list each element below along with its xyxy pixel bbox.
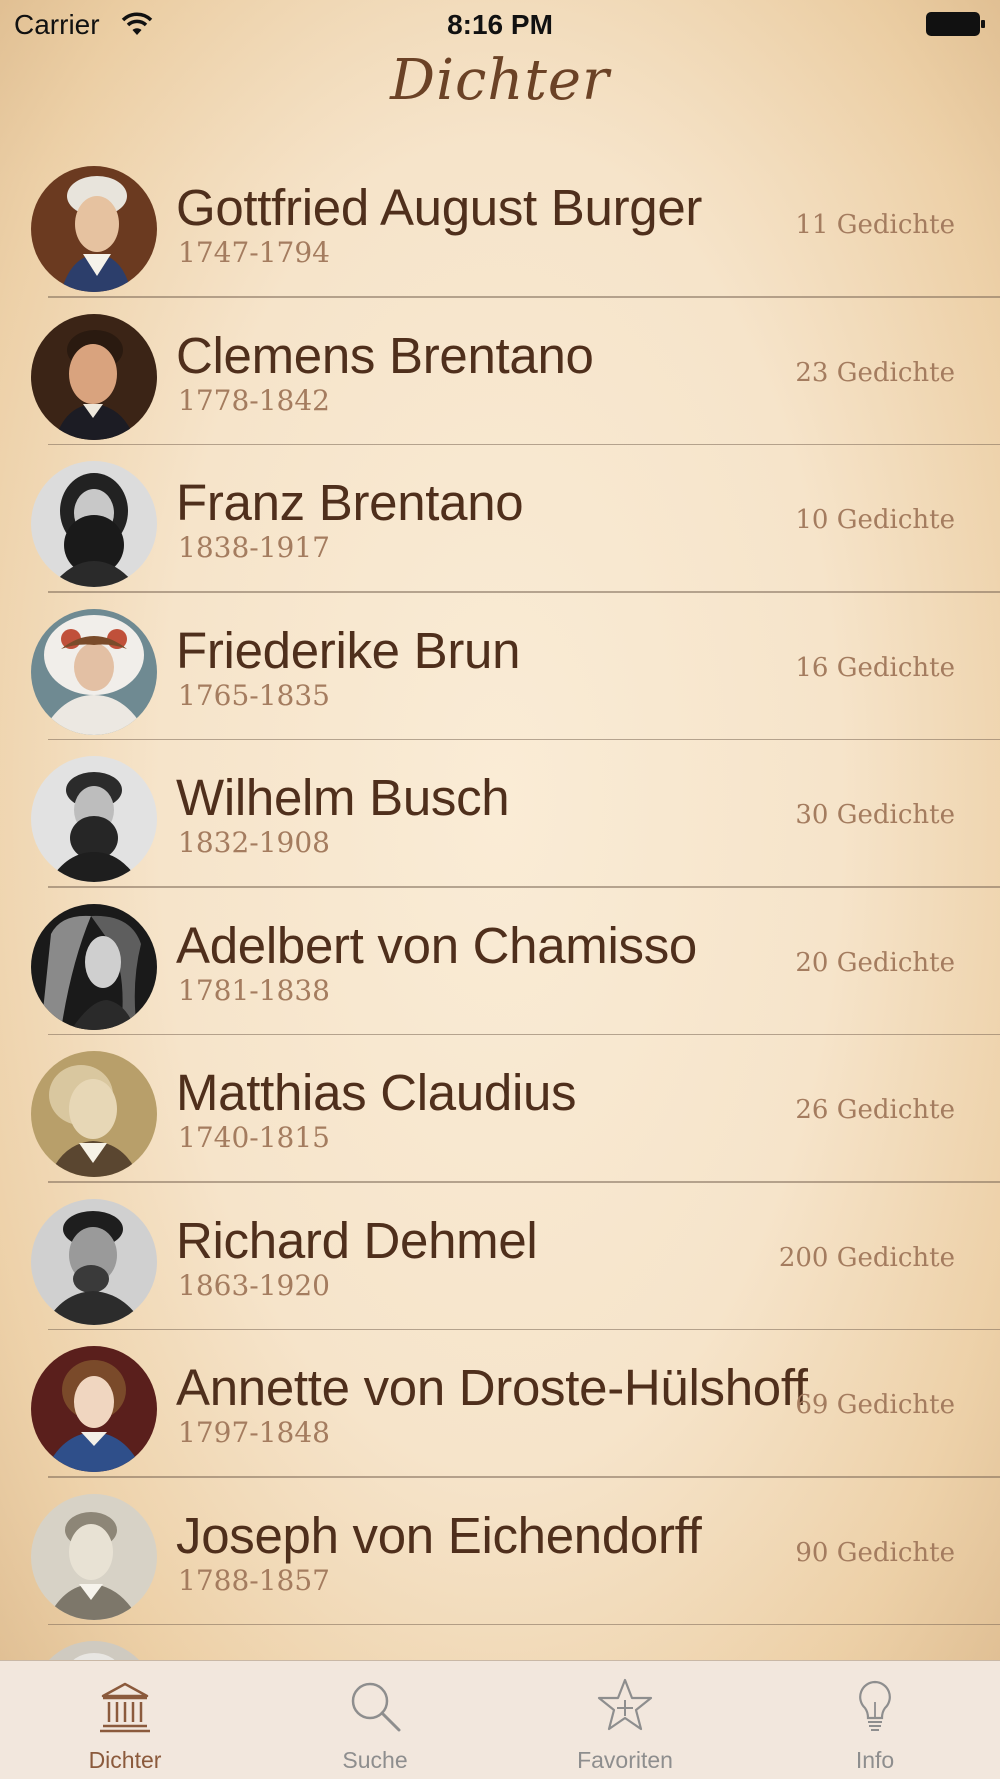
tab-label: Dichter (88, 1747, 162, 1773)
poet-portrait (31, 1346, 157, 1472)
poet-years: 1832-1908 (178, 826, 330, 859)
poet-years: 1778-1842 (178, 383, 330, 417)
poet-row[interactable]: Franz Brentano 1838-1917 10 Gedichte (0, 445, 1000, 593)
poet-years: 1781-1838 (178, 973, 330, 1007)
poet-years: 1765-1835 (178, 678, 330, 712)
clock: 8:16 PM (447, 9, 553, 40)
poet-row[interactable]: Friederike Brun 1765-1835 16 Gedichte (0, 593, 1000, 741)
tab-label: Favoriten (577, 1747, 673, 1773)
poet-row[interactable]: Joseph von Eichendorff 1788-1857 90 Gedi… (0, 1478, 1000, 1626)
poem-count: 20 Gedichte (795, 947, 955, 978)
poet-name: Adelbert von Chamisso (176, 916, 697, 974)
poet-name: Gottfried August Burger (176, 179, 703, 236)
tab-suche[interactable]: Suche (250, 1661, 500, 1779)
poet-row[interactable]: Clemens Brentano 1778-1842 23 Gedichte (0, 298, 1000, 446)
poet-name: Friederike Brun (176, 621, 521, 679)
tab-info[interactable]: Info (750, 1661, 1000, 1779)
poet-portrait (31, 608, 157, 735)
tab-bar: Dichter Suche Favoriten Info (0, 1660, 1000, 1779)
battery-icon (926, 12, 985, 36)
search-icon (351, 1682, 401, 1732)
status-bar: Carrier 8:16 PM (0, 0, 1000, 50)
poet-row[interactable]: Gottfried August Burger 1747-1794 11 Ged… (0, 150, 1000, 298)
poet-portrait (31, 1493, 157, 1620)
poem-count: 11 Gedichte (795, 210, 955, 240)
poet-name: Joseph von Eichendorff (176, 1506, 702, 1564)
poet-portrait (31, 1051, 157, 1177)
poet-row[interactable]: Wilhelm Busch 1832-1908 30 Gedichte (0, 740, 1000, 888)
poet-name: Richard Dehmel (176, 1211, 538, 1269)
page-title: Dichter (390, 48, 610, 113)
poet-name: Matthias Claudius (176, 1064, 577, 1121)
poet-portrait (31, 756, 157, 882)
tab-favoriten[interactable]: Favoriten (500, 1661, 750, 1779)
poem-count: 30 Gedichte (795, 800, 955, 830)
poet-row-partial[interactable] (0, 1625, 1000, 1660)
poet-name: Annette von Droste-Hülshoff (176, 1359, 808, 1416)
poet-portrait (31, 903, 157, 1030)
poet-name: Clemens Brentano (176, 326, 594, 384)
poet-years: 1838-1917 (178, 531, 330, 564)
tab-label: Suche (342, 1747, 408, 1773)
poem-count: 16 Gedichte (795, 652, 955, 683)
poet-portrait (31, 461, 157, 587)
poem-count: 69 Gedichte (795, 1390, 955, 1420)
poet-name: Wilhelm Busch (176, 769, 510, 826)
poet-portrait (31, 313, 157, 440)
poet-list[interactable]: Gottfried August Burger 1747-1794 11 Ged… (0, 150, 1000, 1660)
star-icon (597, 1678, 653, 1731)
poet-portrait (31, 1641, 157, 1660)
poet-row[interactable]: Matthias Claudius 1740-1815 26 Gedichte (0, 1035, 1000, 1183)
poet-years: 1788-1857 (178, 1563, 330, 1597)
tab-label: Info (855, 1747, 895, 1773)
poet-years: 1747-1794 (178, 236, 330, 269)
tab-dichter[interactable]: Dichter (0, 1661, 250, 1779)
poet-row[interactable]: Richard Dehmel 1863-1920 200 Gedichte (0, 1183, 1000, 1331)
poet-row[interactable]: Annette von Droste-Hülshoff 1797-1848 69… (0, 1330, 1000, 1478)
library-icon (100, 1682, 150, 1733)
poem-count: 90 Gedichte (795, 1537, 955, 1568)
poem-count: 23 Gedichte (795, 357, 955, 388)
poet-years: 1740-1815 (178, 1121, 330, 1154)
poet-name: Franz Brentano (176, 474, 524, 531)
poem-count: 26 Gedichte (795, 1095, 955, 1125)
poet-portrait (31, 1198, 157, 1325)
poet-row[interactable]: Adelbert von Chamisso 1781-1838 20 Gedic… (0, 888, 1000, 1036)
poem-count: 10 Gedichte (795, 505, 955, 535)
poem-count: 200 Gedichte (778, 1242, 955, 1273)
lightbulb-icon (859, 1680, 891, 1731)
poet-years: 1863-1920 (178, 1268, 330, 1302)
poet-years: 1797-1848 (178, 1416, 330, 1449)
poet-portrait (31, 166, 157, 292)
